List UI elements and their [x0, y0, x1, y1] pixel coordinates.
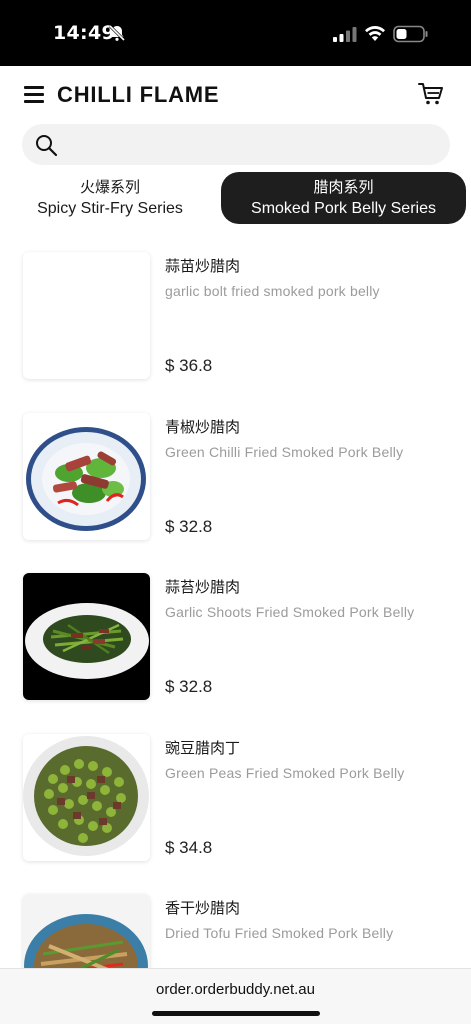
- dish-name-zh: 蒜苔炒腊肉: [165, 578, 241, 596]
- menu-item[interactable]: 青椒炒腊肉 Green Chilli Fried Smoked Pork Bel…: [0, 413, 471, 573]
- dish-price: $ 32.8: [165, 517, 213, 536]
- tab-spicy-stir-fry[interactable]: 火爆系列 Spicy Stir-Fry Series: [16, 172, 204, 224]
- dish-name-en: Garlic Shoots Fried Smoked Pork Belly: [165, 604, 415, 620]
- menu-item[interactable]: 豌豆腊肉丁 Green Peas Fried Smoked Pork Belly…: [0, 734, 471, 894]
- brand-title: CHILLI FLAME: [57, 82, 220, 107]
- dish-price: $ 34.8: [165, 838, 213, 857]
- home-indicator[interactable]: [152, 1011, 320, 1016]
- wifi-icon: [365, 25, 385, 41]
- dish-name-zh: 豌豆腊肉丁: [165, 739, 241, 757]
- app-header: CHILLI FLAME: [0, 66, 471, 124]
- tab-label-zh: 腊肉系列: [313, 178, 374, 196]
- tab-label-zh: 火爆系列: [79, 178, 140, 196]
- dish-image[interactable]: [23, 252, 150, 379]
- search-icon: [36, 135, 58, 157]
- tab-smoked-pork-belly[interactable]: 腊肉系列 Smoked Pork Belly Series: [221, 172, 466, 224]
- search-bar[interactable]: [22, 124, 450, 165]
- dish-name-en: Dried Tofu Fried Smoked Pork Belly: [165, 925, 394, 941]
- cart-icon[interactable]: [418, 82, 444, 106]
- url-text[interactable]: order.orderbuddy.net.au: [0, 981, 471, 998]
- status-time: 14:49: [53, 22, 115, 44]
- menu-icon[interactable]: [24, 86, 44, 104]
- battery-icon: [393, 25, 428, 43]
- dish-price: $ 36.8: [165, 356, 213, 375]
- dish-name-en: Green Chilli Fried Smoked Pork Belly: [165, 444, 404, 460]
- dish-name-zh: 青椒炒腊肉: [165, 418, 241, 436]
- menu-item[interactable]: 蒜苔炒腊肉 Garlic Shoots Fried Smoked Pork Be…: [0, 573, 471, 733]
- dish-image[interactable]: [23, 413, 150, 540]
- dish-name-zh: 蒜苗炒腊肉: [165, 257, 241, 275]
- search-input[interactable]: [68, 124, 438, 165]
- tab-label-en: Smoked Pork Belly Series: [251, 200, 436, 217]
- dish-name-zh: 香干炒腊肉: [165, 899, 241, 917]
- dish-name-en: garlic bolt fried smoked pork belly: [165, 283, 380, 299]
- signal-icon: [333, 27, 357, 42]
- status-bar: 14:49: [0, 0, 471, 66]
- menu-item[interactable]: 蒜苗炒腊肉 garlic bolt fried smoked pork bell…: [0, 252, 471, 412]
- dish-price: $ 32.8: [165, 677, 213, 696]
- dish-name-en: Green Peas Fried Smoked Pork Belly: [165, 765, 405, 781]
- browser-url-bar[interactable]: order.orderbuddy.net.au: [0, 968, 471, 1024]
- category-tabs: 火爆系列 Spicy Stir-Fry Series 腊肉系列 Smoked P…: [0, 172, 471, 226]
- dish-image[interactable]: [23, 573, 150, 700]
- tab-label-en: Spicy Stir-Fry Series: [37, 200, 183, 217]
- bell-slash-icon: [108, 24, 126, 42]
- dish-image[interactable]: [23, 734, 150, 861]
